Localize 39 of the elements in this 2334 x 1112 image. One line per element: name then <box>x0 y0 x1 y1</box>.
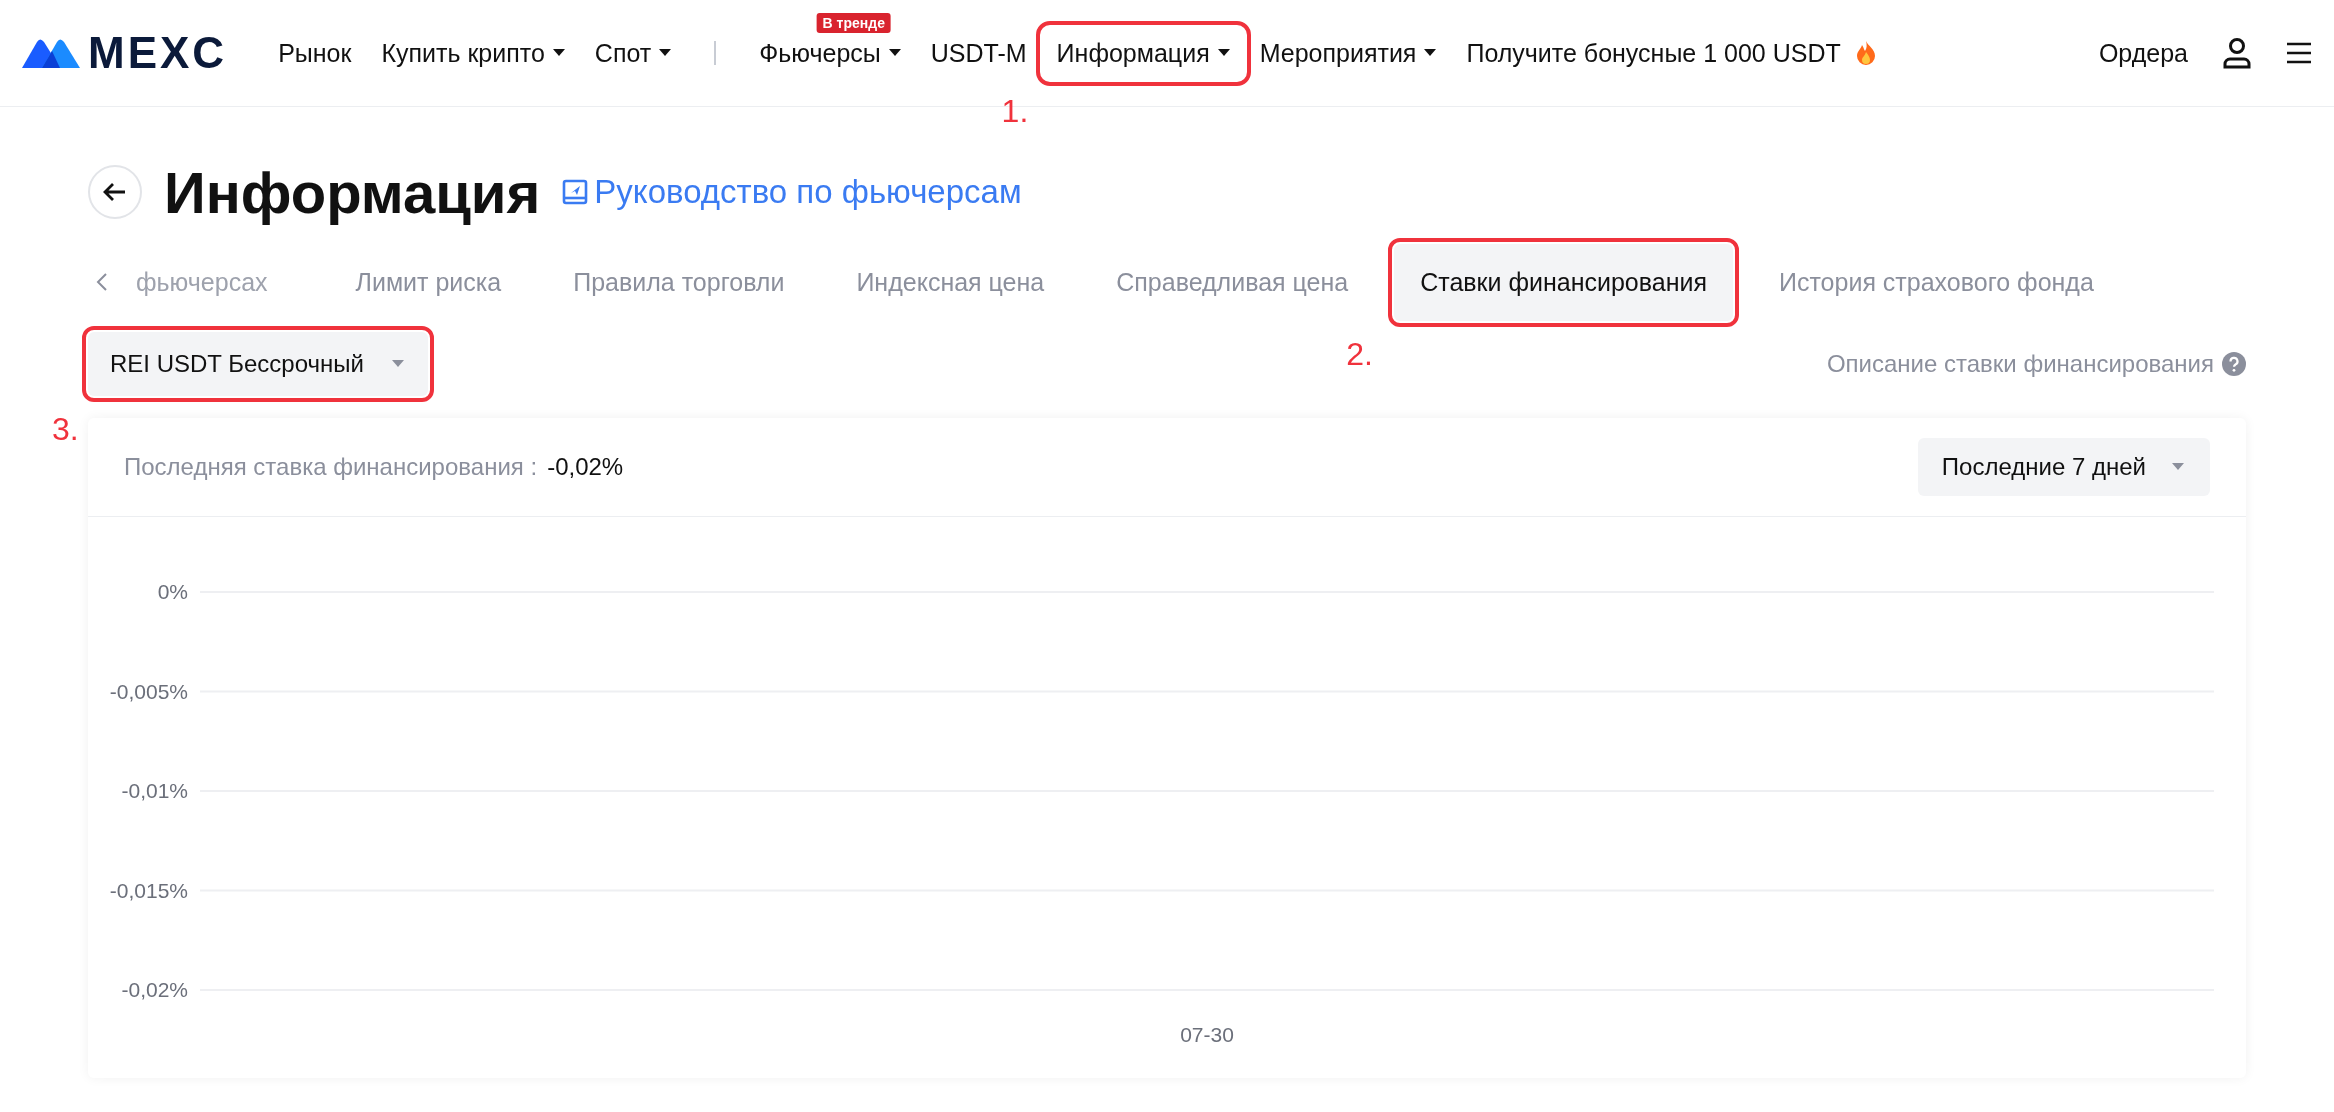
orders-link[interactable]: Ордера <box>2098 38 2188 68</box>
nav-link[interactable]: Получите бонусные 1 000 USDT <box>1451 26 1892 80</box>
chevron-left-icon[interactable] <box>96 272 108 292</box>
trend-badge: В тренде <box>816 12 891 33</box>
annotation-number: 3. <box>52 411 79 448</box>
latest-rate-label: Последняя ставка финансирования : <box>124 453 538 481</box>
y-axis-label: -0,005% <box>109 679 188 703</box>
y-axis-label: -0,02% <box>121 978 188 1001</box>
help-icon <box>2222 352 2246 376</box>
y-axis-label: 0% <box>157 580 188 603</box>
y-axis-label: -0,01% <box>121 779 188 802</box>
nav-link[interactable]: Спот <box>579 26 687 80</box>
caret-icon <box>552 49 565 57</box>
x-axis-label: 07-30 <box>1180 1023 1234 1046</box>
caret-icon <box>1217 49 1230 57</box>
annotation-number: 2. <box>1346 335 1373 373</box>
latest-rate-value: -0,02% <box>547 453 624 481</box>
y-axis-label: -0,015% <box>109 878 188 902</box>
flame-icon <box>1854 40 1877 66</box>
caret-icon <box>888 49 901 57</box>
arrow-left-icon <box>103 182 127 202</box>
menu-icon[interactable] <box>2286 42 2312 64</box>
annotation-number: 1. <box>1001 92 1029 130</box>
nav-link[interactable]: Рынок <box>263 26 367 80</box>
guide-link[interactable]: Руководство по фьючерсам <box>562 173 1022 211</box>
page-title: Информация <box>164 158 541 226</box>
user-icon[interactable] <box>2222 37 2252 69</box>
caret-icon <box>2172 463 2184 471</box>
nav-link[interactable]: Купить крипто <box>366 26 580 80</box>
period-dropdown[interactable]: Последние 7 дней <box>1917 438 2210 496</box>
caret-icon <box>659 49 672 57</box>
nav-link[interactable]: Мероприятия <box>1244 26 1452 80</box>
logo-text[interactable]: MEXC <box>88 28 228 78</box>
nav-link[interactable]: Информация <box>1041 26 1245 80</box>
caret-icon <box>391 360 404 368</box>
nav-link[interactable]: USDT-M <box>915 26 1042 80</box>
book-icon <box>562 179 589 205</box>
back-button[interactable] <box>88 165 142 219</box>
caret-icon <box>1424 49 1437 57</box>
